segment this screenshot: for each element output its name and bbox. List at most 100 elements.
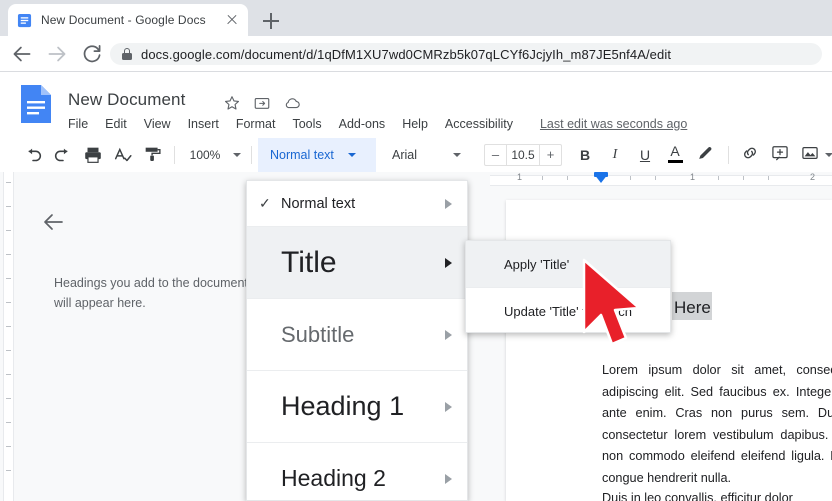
font-size-decrease-button[interactable]: – — [485, 145, 506, 165]
style-menu-item-subtitle[interactable]: Subtitle — [247, 299, 467, 371]
chevron-down-icon — [453, 153, 462, 157]
paint-format-icon[interactable] — [142, 144, 164, 166]
style-menu-item-title[interactable]: Title — [247, 227, 467, 299]
google-docs-logo-icon — [19, 83, 53, 125]
browser-tab[interactable]: New Document - Google Docs — [8, 4, 248, 36]
cloud-saved-icon[interactable] — [283, 94, 301, 112]
style-menu-label: Normal text — [281, 195, 356, 212]
close-tab-icon[interactable] — [224, 12, 240, 28]
reload-icon[interactable] — [79, 41, 105, 67]
arrow-left-icon[interactable] — [42, 210, 66, 234]
style-menu-label: Title — [281, 245, 337, 279]
print-icon[interactable] — [82, 144, 104, 166]
ruler-tick — [718, 176, 719, 180]
chevron-right-icon — [445, 401, 453, 412]
text-color-button[interactable]: A — [663, 143, 687, 167]
menu-insert[interactable]: Insert — [188, 117, 219, 131]
undo-icon[interactable] — [22, 144, 44, 166]
vruler-tick — [6, 374, 11, 375]
vruler-tick — [6, 350, 11, 351]
star-icon[interactable] — [223, 94, 241, 112]
menu-accessibility[interactable]: Accessibility — [445, 117, 513, 131]
document-title[interactable]: New Document — [68, 90, 185, 110]
document-paragraph-2[interactable]: Duis in leo convallis, efficitur dolor — [602, 488, 832, 501]
paragraph-style-dropdown[interactable]: Normal text — [258, 138, 376, 172]
tab-strip: New Document - Google Docs — [0, 0, 832, 36]
vruler-tick — [6, 302, 11, 303]
font-size-stepper[interactable]: – 10.5 + — [484, 144, 562, 166]
menu-file[interactable]: File — [68, 117, 88, 131]
vruler-tick — [6, 326, 11, 327]
vruler-tick — [6, 254, 11, 255]
ruler-tick — [542, 176, 543, 180]
ruler-tick — [768, 176, 769, 180]
font-size-value[interactable]: 10.5 — [506, 145, 540, 165]
font-size-increase-button[interactable]: + — [540, 145, 561, 165]
chevron-right-icon — [445, 257, 453, 268]
browser-window: New Document - Google Docs docs.google.c… — [0, 0, 832, 501]
horizontal-ruler[interactable]: 1 1 2 — [490, 172, 832, 188]
docs-toolbar: 100% Normal text Arial – 10.5 + B I U A — [0, 138, 832, 172]
document-outline-panel: Headings you add to the document will ap… — [16, 188, 248, 501]
style-menu-item-heading-1[interactable]: Heading 1 — [247, 371, 467, 443]
style-menu-label: Subtitle — [281, 321, 355, 347]
font-family-dropdown[interactable]: Arial — [392, 148, 478, 162]
insert-image-icon[interactable] — [798, 143, 822, 167]
docs-menu-bar: File Edit View Insert Format Tools Add-o… — [68, 117, 687, 131]
vruler-tick — [6, 230, 11, 231]
highlight-pen-icon[interactable] — [693, 143, 717, 167]
lock-icon — [122, 48, 132, 60]
style-menu-label: Heading 1 — [281, 391, 405, 421]
text-color-letter: A — [670, 143, 680, 159]
new-tab-button[interactable] — [258, 8, 284, 34]
bold-button[interactable]: B — [573, 143, 597, 167]
paragraph-style-value: Normal text — [270, 148, 334, 162]
vertical-ruler[interactable] — [0, 172, 16, 501]
forward-arrow-icon[interactable] — [44, 41, 70, 67]
menu-add-ons[interactable]: Add-ons — [339, 117, 386, 131]
toolbar-divider — [174, 146, 175, 164]
menu-view[interactable]: View — [144, 117, 171, 131]
ruler-number: 2 — [810, 172, 816, 182]
menu-help[interactable]: Help — [402, 117, 428, 131]
vruler-tick — [6, 182, 11, 183]
back-arrow-icon[interactable] — [9, 41, 35, 67]
update-title-menu-item[interactable]: Update 'Title' to match — [466, 288, 670, 334]
menu-format[interactable]: Format — [236, 117, 276, 131]
text-color-swatch — [667, 160, 683, 163]
underline-button[interactable]: U — [633, 143, 657, 167]
chevron-down-icon[interactable] — [825, 153, 832, 157]
chevron-right-icon — [445, 329, 453, 340]
italic-button[interactable]: I — [603, 143, 627, 167]
ruler-tick — [567, 176, 568, 180]
insert-link-icon[interactable] — [738, 143, 762, 167]
apply-title-menu-item[interactable]: Apply 'Title' — [466, 241, 670, 287]
vruler-tick — [6, 422, 11, 423]
move-to-folder-icon[interactable] — [253, 94, 271, 112]
spellcheck-icon[interactable] — [112, 144, 134, 166]
style-menu-item-heading-2[interactable]: Heading 2 — [247, 443, 467, 500]
ruler-tick — [630, 176, 631, 180]
style-menu-item-normal-text[interactable]: ✓ Normal text — [247, 181, 467, 227]
title-style-submenu: Apply 'Title' Update 'Title' to match — [465, 240, 671, 333]
paragraph-style-menu: ✓ Normal text Title Subtitle Heading 1 H… — [246, 180, 468, 501]
add-comment-icon[interactable] — [768, 143, 792, 167]
ruler-tick — [743, 176, 744, 180]
zoom-value: 100% — [189, 148, 221, 162]
last-edit-status[interactable]: Last edit was seconds ago — [540, 117, 687, 131]
toolbar-divider-3 — [728, 146, 729, 164]
font-family-value: Arial — [392, 148, 418, 162]
zoom-control[interactable]: 100% — [185, 148, 241, 162]
vruler-tick — [6, 206, 11, 207]
menu-tools[interactable]: Tools — [292, 117, 321, 131]
document-heading-text[interactable]: Here — [674, 298, 711, 318]
document-paragraph-1[interactable]: Lorem ipsum dolor sit amet, consectetur … — [602, 360, 832, 489]
url-text: docs.google.com/document/d/1qDfM1XU7wd0C… — [141, 46, 672, 62]
address-bar[interactable]: docs.google.com/document/d/1qDfM1XU7wd0C… — [110, 43, 822, 65]
vruler-tick — [6, 446, 11, 447]
toolbar-divider-2 — [251, 146, 252, 164]
indent-marker-icon[interactable] — [594, 174, 608, 183]
menu-edit[interactable]: Edit — [105, 117, 127, 131]
redo-icon[interactable] — [52, 144, 74, 166]
chevron-down-icon — [347, 153, 356, 157]
